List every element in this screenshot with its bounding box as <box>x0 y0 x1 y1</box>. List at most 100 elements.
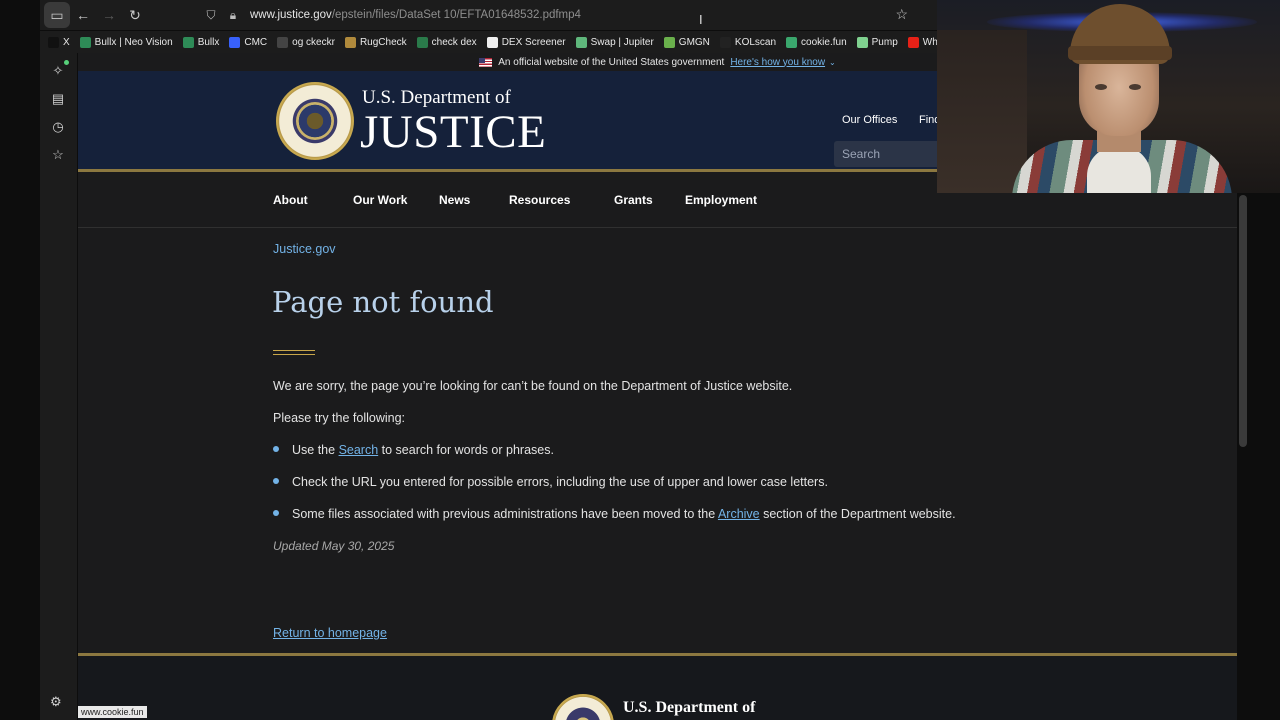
bookmark-item[interactable]: CMC <box>229 36 268 48</box>
nav-employment[interactable]: Employment <box>685 193 757 207</box>
bookmark-item[interactable]: Bullx | Neo Vision <box>79 36 173 48</box>
bookmark-star-icon[interactable]: ☆ <box>895 6 908 23</box>
us-flag-icon <box>479 57 493 67</box>
url-text[interactable]: www.justice.gov/epstein/files/DataSet 10… <box>250 9 581 21</box>
intro-text: We are sorry, the page you’re looking fo… <box>273 379 793 393</box>
our-offices-link[interactable]: Our Offices <box>842 114 897 126</box>
list-item-text: section of the Department website. <box>759 507 956 521</box>
gov-banner-text: An official website of the United States… <box>498 56 725 68</box>
status-bar-url: www.cookie.fun <box>78 706 147 718</box>
how-you-know-link[interactable]: Here's how you know <box>730 57 825 68</box>
bookmark-label: Swap | Jupiter <box>590 36 654 48</box>
reading-list-icon[interactable]: ▤ <box>50 91 66 107</box>
person-tshirt <box>1087 146 1151 193</box>
jupiter-icon <box>575 36 587 48</box>
person-eye <box>1129 84 1141 90</box>
dexscreener-icon <box>486 36 498 48</box>
bookmark-item[interactable]: RugCheck <box>344 36 407 48</box>
title-divider <box>273 350 315 355</box>
bookmark-label: CMC <box>244 36 268 48</box>
bookmark-item[interactable]: KOLscan <box>719 36 777 48</box>
webcam-overlay <box>937 0 1280 193</box>
nav-about[interactable]: About <box>273 193 308 207</box>
doj-seal-icon[interactable] <box>276 82 354 160</box>
bookmark-item[interactable]: Why You S <box>907 36 937 48</box>
forward-arrow-icon[interactable]: → <box>96 2 122 28</box>
url-path: /epstein/files/DataSet 10/EFTA01648532.p… <box>331 9 581 21</box>
bookmark-label: og ckeckr <box>292 36 335 48</box>
search-input[interactable]: Search <box>834 141 944 167</box>
favorites-star-icon[interactable]: ☆ <box>50 147 66 163</box>
bookmark-item[interactable]: GMGN <box>663 36 710 48</box>
breadcrumb[interactable]: Justice.gov <box>273 242 336 256</box>
shield-icon[interactable]: ⛉ <box>200 8 222 23</box>
bookmark-label: Bullx | Neo Vision <box>94 36 173 48</box>
bookmark-item[interactable]: og ckeckr <box>277 36 335 48</box>
list-item-text: Some files associated with previous admi… <box>292 507 718 521</box>
list-item: Check the URL you entered for possible e… <box>292 475 828 489</box>
list-item: Use the Search to search for words or ph… <box>292 443 554 457</box>
list-item-text: to search for words or phrases. <box>378 443 554 457</box>
text-cursor-icon: I <box>699 12 703 27</box>
bookmark-item[interactable]: DEX Screener <box>486 36 566 48</box>
kolscan-icon <box>719 36 731 48</box>
beanie-band <box>1068 46 1172 60</box>
list-item-text: Use the <box>292 443 339 457</box>
bookmark-label: check dex <box>431 36 477 48</box>
nav-resources[interactable]: Resources <box>509 193 570 207</box>
bookmark-item[interactable]: Pump <box>856 36 898 48</box>
cmc-icon <box>229 36 241 48</box>
pill-icon <box>856 36 868 48</box>
bookmarks-bar: X Bullx | Neo Vision Bullx CMC og ckeckr RugC… <box>40 31 937 53</box>
nav-news[interactable]: News <box>439 193 470 207</box>
youtube-icon <box>907 36 919 48</box>
bookmark-item[interactable]: Swap | Jupiter <box>575 36 654 48</box>
nav-our-work[interactable]: Our Work <box>353 193 407 207</box>
back-arrow-icon[interactable]: ← <box>70 2 96 28</box>
bookmark-item[interactable]: X <box>48 36 70 48</box>
sidebar-toggle-icon[interactable]: ▭ <box>44 2 70 28</box>
bullet-dot <box>273 478 279 484</box>
cookie-icon <box>786 36 798 48</box>
bullx-icon <box>182 36 194 48</box>
archive-link[interactable]: Archive <box>718 507 760 521</box>
footer-dept-name[interactable]: U.S. Department of <box>623 699 755 717</box>
x-logo-icon <box>48 36 59 48</box>
notification-dot <box>64 60 69 65</box>
bookmark-item[interactable]: cookie.fun <box>786 36 847 48</box>
sparkle-icon[interactable]: ✧ <box>50 63 66 79</box>
bookmark-label: RugCheck <box>359 36 407 48</box>
settings-gear-icon[interactable]: ⚙ <box>50 694 62 710</box>
bullx-icon <box>79 36 91 48</box>
footer-seal-icon[interactable] <box>552 694 614 720</box>
bookmark-label: Pump <box>871 36 898 48</box>
globe-icon <box>277 36 289 48</box>
nav-grants[interactable]: Grants <box>614 193 653 207</box>
page-title: Page not found <box>272 285 494 319</box>
bookmark-label: GMGN <box>678 36 710 48</box>
bookmark-label: KOLscan <box>734 36 777 48</box>
url-host: www.justice.gov <box>250 9 332 21</box>
reload-icon[interactable]: ↻ <box>122 2 148 28</box>
browser-sidebar: ✧ ▤ ◷ ☆ <box>40 53 77 720</box>
search-link[interactable]: Search <box>339 443 379 457</box>
rugcheck-icon <box>344 36 356 48</box>
page-scrollbar[interactable] <box>1239 195 1247 447</box>
bookmark-label: Why You S <box>922 36 937 48</box>
person-eye <box>1095 84 1107 90</box>
list-item: Some files associated with previous admi… <box>292 507 956 521</box>
bookmark-item[interactable]: Bullx <box>182 36 220 48</box>
bookmark-item[interactable]: check dex <box>416 36 477 48</box>
updated-date: Updated May 30, 2025 <box>273 539 395 553</box>
dept-name-big[interactable]: JUSTICE <box>360 105 546 159</box>
footer: U.S. Department of <box>78 656 1237 720</box>
return-homepage-link[interactable]: Return to homepage <box>273 626 387 640</box>
lock-icon[interactable]: 🔒︎ <box>222 8 244 23</box>
history-clock-icon[interactable]: ◷ <box>50 119 66 135</box>
try-text: Please try the following: <box>273 411 406 425</box>
address-bar[interactable]: ⛉ 🔒︎ www.justice.gov/epstein/files/DataS… <box>200 3 912 27</box>
gmgn-icon <box>663 36 675 48</box>
bookmark-label: cookie.fun <box>801 36 847 48</box>
bookmark-label: Bullx <box>197 36 220 48</box>
chevron-down-icon[interactable]: ⌄ <box>829 58 836 67</box>
